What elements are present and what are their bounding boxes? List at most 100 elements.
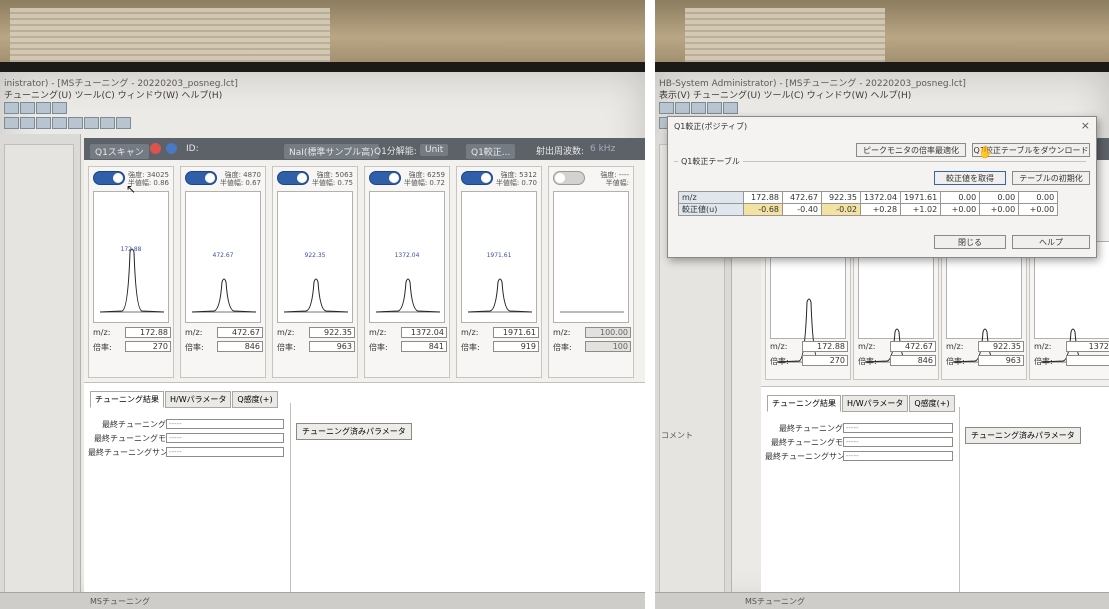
mz-field-row: m/z: 1372 xyxy=(1032,341,1109,353)
peak-toggle[interactable] xyxy=(185,171,217,185)
peak-toggle[interactable] xyxy=(277,171,309,185)
toolbar-button[interactable] xyxy=(4,117,19,129)
mz-value-field[interactable]: 1971.61 xyxy=(493,327,539,338)
menu-bar[interactable]: 表示(V) チューニング(U) ツール(C) ウィンドウ(W) ヘルプ(H) xyxy=(659,88,911,101)
toolbar-button[interactable] xyxy=(36,102,51,114)
calibration-cell[interactable]: -0.02 xyxy=(821,203,861,216)
gain-value-field[interactable]: 841 xyxy=(401,341,447,352)
q1-calibration-button[interactable]: Q1較正... xyxy=(466,144,516,159)
get-calibration-button[interactable]: 較正値を取得 xyxy=(934,171,1006,185)
gain-value-field[interactable]: 963 xyxy=(309,341,355,352)
mz-value-field[interactable]: 172.88 xyxy=(802,341,848,352)
gain-value-field[interactable]: 100 xyxy=(585,341,631,352)
toolbar-button[interactable] xyxy=(36,117,51,129)
gain-value-field[interactable]: 270 xyxy=(125,341,171,352)
stop-icon[interactable] xyxy=(166,143,177,154)
toolbar-button[interactable] xyxy=(68,117,83,129)
window-blind xyxy=(685,8,885,62)
record-icon[interactable] xyxy=(150,143,161,154)
resolution-select[interactable]: Unit xyxy=(420,144,449,156)
calibration-cell[interactable]: -0.40 xyxy=(782,203,822,216)
peak-toggle[interactable] xyxy=(461,171,493,185)
mz-field-row: m/z: 472.67 xyxy=(183,327,263,339)
mz-value-field[interactable]: 1372 xyxy=(1066,341,1109,352)
tab-q-sensitivity[interactable]: Q感度(+) xyxy=(232,391,278,408)
mz-field-row: m/z: 1372.04 xyxy=(367,327,447,339)
mz-cell: 0.00 xyxy=(1018,191,1059,204)
tree-view[interactable] xyxy=(4,144,74,593)
mz-value-field[interactable]: 1372.04 xyxy=(401,327,447,338)
toolbar-button[interactable] xyxy=(84,117,99,129)
status-tab[interactable]: MSチューニング xyxy=(90,596,150,607)
peak-monitor-optimize-button[interactable]: ピークモニタの倍率最適化 xyxy=(856,143,966,157)
toolbar-button[interactable] xyxy=(20,102,35,114)
calibration-cell[interactable]: +0.00 xyxy=(1018,203,1059,216)
toolbar-button[interactable] xyxy=(659,102,674,114)
mz-value-field[interactable]: 472.67 xyxy=(217,327,263,338)
mz-value-field[interactable]: 922.35 xyxy=(978,341,1024,352)
gain-label: 倍率: xyxy=(946,357,965,366)
tab-hw-params[interactable]: H/Wパラメータ xyxy=(165,391,232,408)
calibration-cell[interactable]: +1.02 xyxy=(900,203,942,216)
gain-label: 倍率: xyxy=(461,343,480,352)
mz-value-field[interactable]: 172.88 xyxy=(125,327,171,338)
status-tab[interactable]: MSチューニング xyxy=(745,596,805,607)
mouse-cursor: ↖ xyxy=(126,182,137,196)
help-button[interactable]: ヘルプ xyxy=(1012,235,1090,249)
init-table-button[interactable]: テーブルの初期化 xyxy=(1012,171,1090,185)
tuned-params-button[interactable]: チューニング済みパラメータ xyxy=(965,427,1081,444)
peak-card: 強度: ---- 半値幅: m/z: 100.00 倍率: 100 xyxy=(548,166,634,378)
sample-select[interactable]: NaI(標準サンプル高) xyxy=(284,144,379,159)
close-icon[interactable]: × xyxy=(1081,119,1090,132)
gain-value-field[interactable]: 270 xyxy=(802,355,848,366)
peak-card: 1372.04m/z:1372倍率: xyxy=(1029,241,1109,380)
calibration-cell[interactable]: +0.00 xyxy=(979,203,1020,216)
toolbar-button[interactable] xyxy=(100,117,115,129)
gain-value-field[interactable] xyxy=(1066,355,1109,366)
mz-value-field[interactable]: 922.35 xyxy=(309,327,355,338)
spectrum-box xyxy=(553,191,629,323)
toolbar-button[interactable] xyxy=(691,102,706,114)
gain-value-field[interactable]: 846 xyxy=(217,341,263,352)
peak-card: 472.67m/z: 472.67 倍率: 846 xyxy=(853,241,939,380)
peak-mz-label: 172.88 xyxy=(120,246,142,253)
tab-tuning-results[interactable]: チューニング結果 xyxy=(767,395,841,412)
toolbar-button[interactable] xyxy=(52,117,67,129)
gain-value-field[interactable]: 963 xyxy=(978,355,1024,366)
toolbar-button[interactable] xyxy=(52,102,67,114)
scan-mode-select[interactable]: Q1スキャン xyxy=(90,144,149,159)
toolbar-button[interactable] xyxy=(4,102,19,114)
close-button[interactable]: 閉じる xyxy=(934,235,1006,249)
gain-label: 倍率: xyxy=(185,343,204,352)
fwhm-stat: 半値幅: 0.75 xyxy=(311,179,353,187)
gain-value-field[interactable]: 919 xyxy=(493,341,539,352)
toolbar-button[interactable] xyxy=(723,102,738,114)
calibration-cell[interactable]: +0.28 xyxy=(859,203,902,216)
toggle-knob xyxy=(481,173,491,183)
mz-value-field[interactable]: 100.00 xyxy=(585,327,631,338)
tab-tuning-results[interactable]: チューニング結果 xyxy=(90,391,164,408)
tuned-params-button[interactable]: チューニング済みパラメータ xyxy=(296,423,412,440)
spectrum-box: 472.67 xyxy=(185,191,261,323)
toolbar-button[interactable] xyxy=(707,102,722,114)
menu-bar[interactable]: チューニング(U) ツール(C) ウィンドウ(W) ヘルプ(H) xyxy=(4,88,222,101)
mz-field-row: m/z: 922.35 xyxy=(944,341,1024,353)
peak-toggle[interactable] xyxy=(369,171,401,185)
result-sample-field: ----- xyxy=(843,451,953,461)
gain-value-field[interactable]: 846 xyxy=(890,355,936,366)
toolbar-button[interactable] xyxy=(116,117,131,129)
calibration-cell[interactable]: -0.68 xyxy=(743,203,783,216)
gain-field-row: 倍率: 270 xyxy=(91,341,171,353)
peak-toggle[interactable] xyxy=(93,171,125,185)
toolbar-button[interactable] xyxy=(20,117,35,129)
mz-field-row: m/z: 1971.61 xyxy=(459,327,539,339)
tab-q-sensitivity[interactable]: Q感度(+) xyxy=(909,395,955,412)
toolbar-button[interactable] xyxy=(675,102,690,114)
peak-toggle[interactable] xyxy=(553,171,585,185)
calibration-cell[interactable]: +0.00 xyxy=(940,203,981,216)
tab-hw-params[interactable]: H/Wパラメータ xyxy=(842,395,909,412)
results-area: チューニング結果 H/Wパラメータ Q感度(+) 最終チューニング日時: -----… xyxy=(84,382,645,593)
mz-value-field[interactable]: 472.67 xyxy=(890,341,936,352)
peak-curve xyxy=(99,248,165,313)
resolution-label: Q1分解能: xyxy=(374,147,417,157)
